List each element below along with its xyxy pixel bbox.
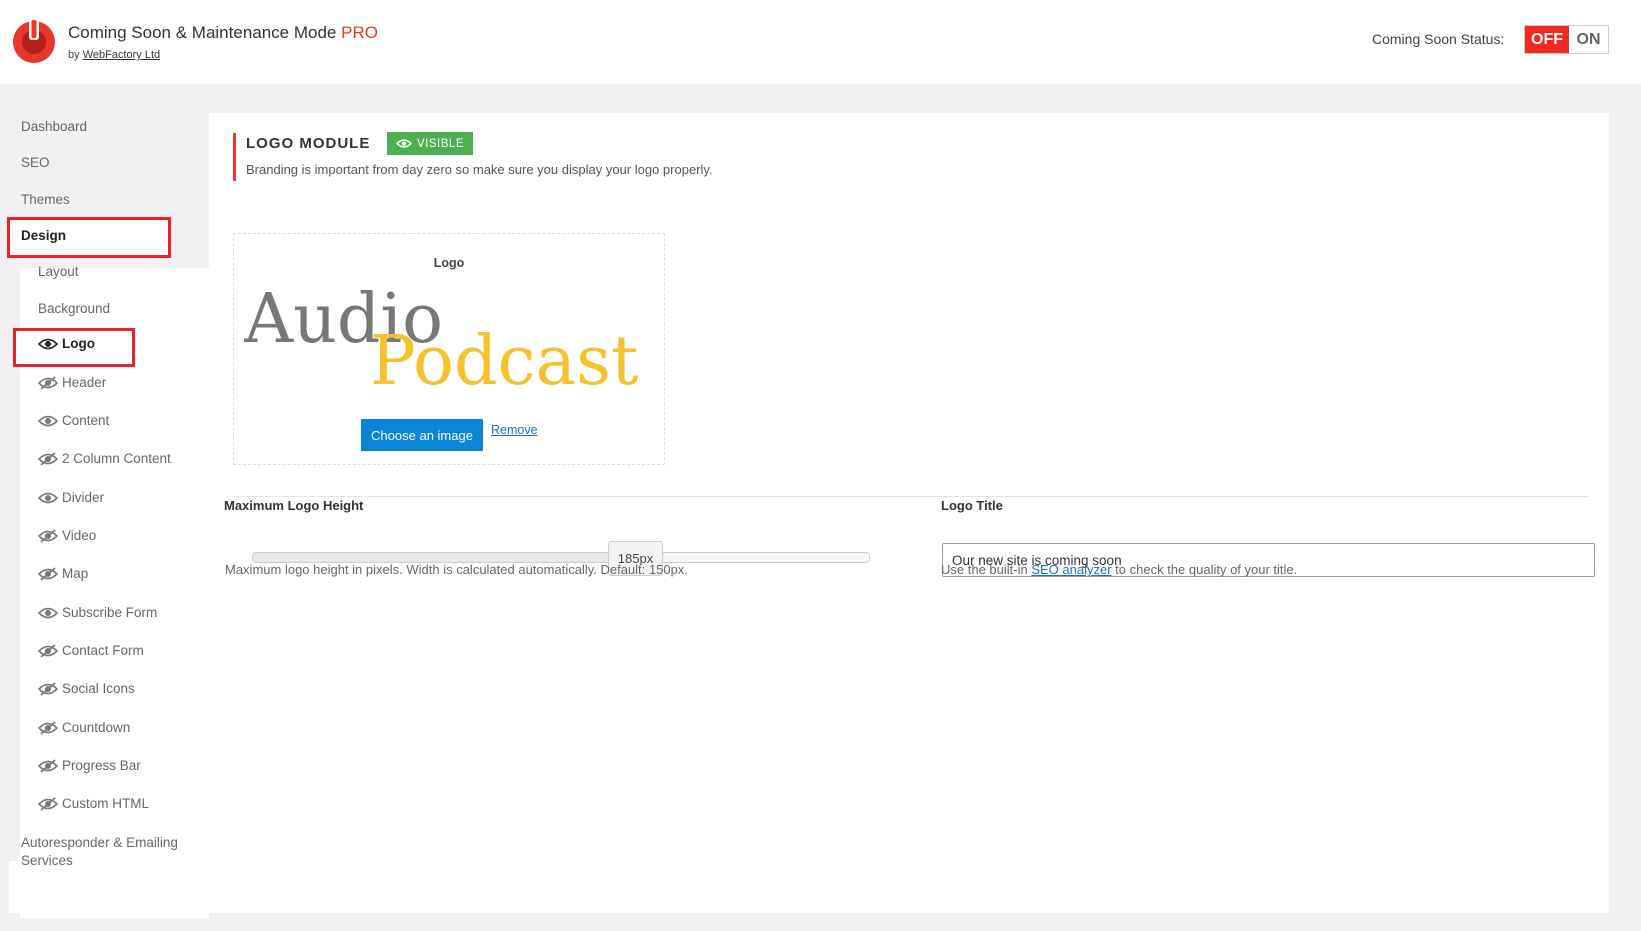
section-divider (233, 496, 1589, 497)
sidebar-item-label: Contact Form (62, 643, 144, 658)
sidebar-item-themes[interactable]: Themes (21, 192, 70, 207)
sidebar-item-label: Content (62, 413, 110, 428)
sidebar-item-label: Logo (62, 336, 95, 351)
slider-fill (253, 553, 635, 562)
sidebar-item-label: Divider (62, 490, 105, 505)
eye-slash-icon (38, 681, 58, 696)
sidebar-item-label: Progress Bar (62, 758, 141, 773)
logo-preview-image: Audio Podcast (244, 280, 638, 401)
eye-slash-icon (38, 643, 58, 658)
status-toggle[interactable]: OFF ON (1524, 25, 1609, 54)
sidebar: Dashboard SEO Themes Design Layout Backg… (7, 113, 209, 918)
eye-icon (38, 338, 58, 349)
eye-icon (38, 415, 58, 426)
sidebar-item-label: Countdown (62, 720, 131, 735)
logo-title-label: Logo Title (941, 498, 1003, 513)
sidebar-item-dashboard[interactable]: Dashboard (21, 119, 87, 134)
sidebar-item-logo[interactable]: Logo (38, 336, 95, 351)
sidebar-item-background[interactable]: Background (38, 301, 110, 316)
visible-badge[interactable]: VISIBLE (387, 132, 473, 155)
app-title: Coming Soon & Maintenance Mode PRO (68, 23, 378, 42)
sidebar-item-label: Social Icons (62, 681, 135, 696)
max-height-label: Maximum Logo Height (224, 498, 364, 513)
eye-icon (396, 139, 413, 148)
sidebar-item-social-icons[interactable]: Social Icons (38, 681, 135, 696)
top-bar: Coming Soon & Maintenance Mode PRO by We… (0, 0, 1641, 84)
sidebar-item-subscribe-form[interactable]: Subscribe Form (38, 605, 157, 620)
eye-slash-icon (38, 451, 58, 466)
pro-label: PRO (341, 23, 378, 42)
sidebar-item-divider[interactable]: Divider (38, 490, 104, 505)
sidebar-item-label: Map (62, 566, 89, 581)
eye-icon (38, 607, 58, 618)
eye-slash-icon (38, 720, 58, 735)
sidebar-item-design[interactable]: Design (21, 228, 66, 243)
plugin-logo-icon (13, 18, 55, 63)
toggle-off[interactable]: OFF (1525, 26, 1569, 53)
byline: by WebFactory Ltd (68, 49, 161, 61)
logo-art-podcast: Podcast (370, 322, 638, 401)
sidebar-item-video[interactable]: Video (38, 528, 96, 543)
module-accent-bar (233, 133, 236, 181)
sidebar-item-contact-form[interactable]: Contact Form (38, 643, 144, 658)
main-panel: LOGO MODULE VISIBLE Branding is importan… (209, 113, 1609, 913)
sidebar-item-autoresponder[interactable]: Autoresponder & Emailing Services (21, 834, 201, 870)
module-title: LOGO MODULE (246, 135, 371, 152)
seo-analyzer-link[interactable]: SEO analyzer (1031, 562, 1111, 577)
eye-slash-icon (38, 375, 58, 390)
eye-slash-icon (38, 796, 58, 811)
sidebar-item-custom-html[interactable]: Custom HTML (38, 796, 149, 811)
sidebar-item-seo[interactable]: SEO (21, 155, 50, 170)
sidebar-item-label: Custom HTML (62, 796, 150, 811)
eye-slash-icon (38, 758, 58, 773)
sidebar-item-map[interactable]: Map (38, 566, 88, 581)
remove-logo-link[interactable]: Remove (491, 423, 538, 437)
module-description: Branding is important from day zero so m… (246, 162, 713, 177)
sidebar-item-countdown[interactable]: Countdown (38, 720, 130, 735)
toggle-on[interactable]: ON (1569, 26, 1608, 53)
choose-image-button[interactable]: Choose an image (361, 419, 483, 451)
coming-soon-status-label: Coming Soon Status: (1372, 31, 1505, 47)
sidebar-item-content[interactable]: Content (38, 413, 109, 428)
badge-label: VISIBLE (417, 137, 464, 150)
sidebar-item-header[interactable]: Header (38, 375, 106, 390)
max-height-help: Maximum logo height in pixels. Width is … (225, 562, 688, 577)
sidebar-item-label: Subscribe Form (62, 605, 158, 620)
logo-upload-box: Logo Audio Podcast Choose an image Remov… (233, 233, 665, 465)
webfactory-link[interactable]: WebFactory Ltd (83, 49, 160, 61)
sidebar-item-label: 2 Column Content (62, 451, 171, 466)
eye-slash-icon (38, 528, 58, 543)
sidebar-item-progress-bar[interactable]: Progress Bar (38, 758, 141, 773)
logo-title-help: Use the built-in SEO analyzer to check t… (941, 562, 1298, 577)
sidebar-item-label: Video (62, 528, 97, 543)
sidebar-item-layout[interactable]: Layout (38, 264, 79, 279)
sidebar-item-2-column-content[interactable]: 2 Column Content (38, 451, 171, 466)
sidebar-item-label: Header (62, 375, 107, 390)
logo-field-label: Logo (433, 256, 465, 270)
eye-icon (38, 492, 58, 503)
eye-slash-icon (38, 566, 58, 581)
